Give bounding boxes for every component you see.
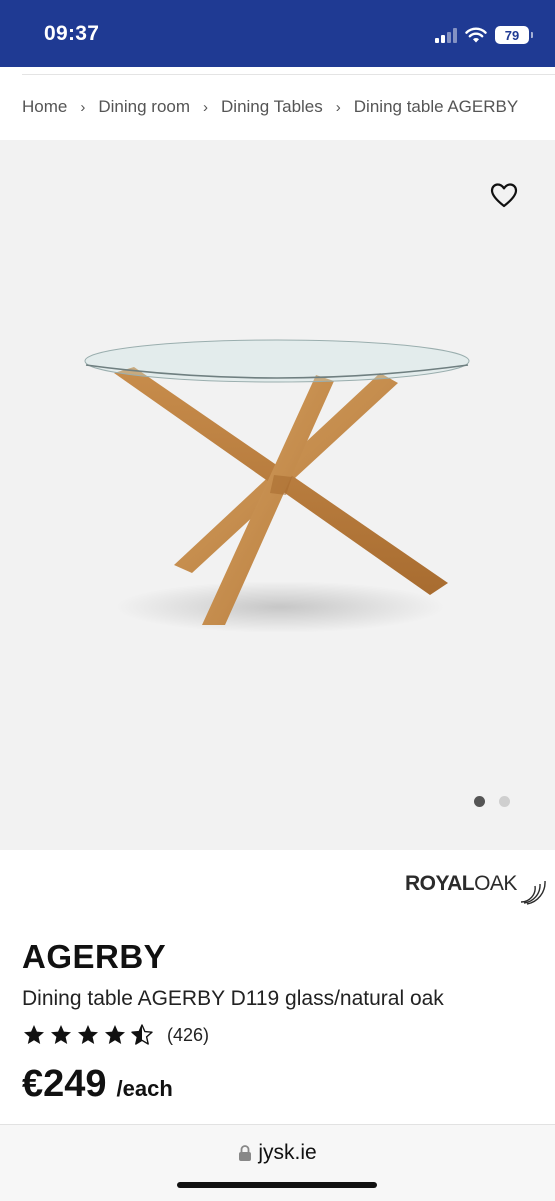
product-name: AGERBY xyxy=(22,938,167,975)
address-bar[interactable]: jysk.ie xyxy=(0,1141,555,1165)
carousel-dots xyxy=(474,796,510,807)
breadcrumb-current[interactable]: Dining table AGERBY xyxy=(354,97,518,117)
price-unit: /each xyxy=(116,1076,173,1101)
review-count[interactable]: (426) xyxy=(167,1025,209,1046)
half-star-icon xyxy=(131,1024,153,1045)
status-icons: 79 xyxy=(435,24,533,46)
brand-oak: OAK xyxy=(474,872,517,895)
status-time: 09:37 xyxy=(44,22,100,45)
product-image xyxy=(84,339,470,633)
brand-wordmark: ROYALOAK xyxy=(405,872,517,895)
brand-arc-icon xyxy=(521,880,547,905)
battery-level: 79 xyxy=(504,27,520,43)
star-icon xyxy=(24,1025,44,1044)
brand-royal: ROYAL xyxy=(405,872,475,895)
status-bar: 09:37 79 xyxy=(0,0,555,67)
breadcrumb-separator: › xyxy=(335,98,341,116)
breadcrumb-dining-room[interactable]: Dining room xyxy=(98,97,190,117)
breadcrumb-separator: › xyxy=(203,98,209,116)
browser-bar: jysk.ie xyxy=(0,1124,555,1201)
breadcrumb: Home › Dining room › Dining Tables › Din… xyxy=(22,97,518,117)
heart-icon[interactable] xyxy=(489,180,519,210)
price: €249 xyxy=(22,1063,107,1105)
battery-icon: 79 xyxy=(495,26,533,44)
carousel-dot-active[interactable] xyxy=(474,796,485,807)
carousel-dot[interactable] xyxy=(499,796,510,807)
divider xyxy=(22,74,555,75)
product-description: Dining table AGERBY D119 glass/natural o… xyxy=(22,987,444,1010)
brand-logo: ROYALOAK xyxy=(405,872,547,912)
url-text: jysk.ie xyxy=(258,1141,317,1164)
lock-icon xyxy=(239,1145,252,1161)
wifi-icon xyxy=(465,27,487,42)
breadcrumb-separator: › xyxy=(80,98,86,116)
star-icon xyxy=(78,1025,98,1044)
rating[interactable]: (426) xyxy=(22,1023,209,1047)
signal-icon xyxy=(435,27,457,43)
star-icon xyxy=(105,1025,125,1044)
price-row: €249 /each xyxy=(22,1063,173,1106)
star-icon xyxy=(51,1025,71,1044)
breadcrumb-home[interactable]: Home xyxy=(22,97,67,117)
home-indicator xyxy=(177,1182,377,1188)
breadcrumb-dining-tables[interactable]: Dining Tables xyxy=(221,97,323,117)
